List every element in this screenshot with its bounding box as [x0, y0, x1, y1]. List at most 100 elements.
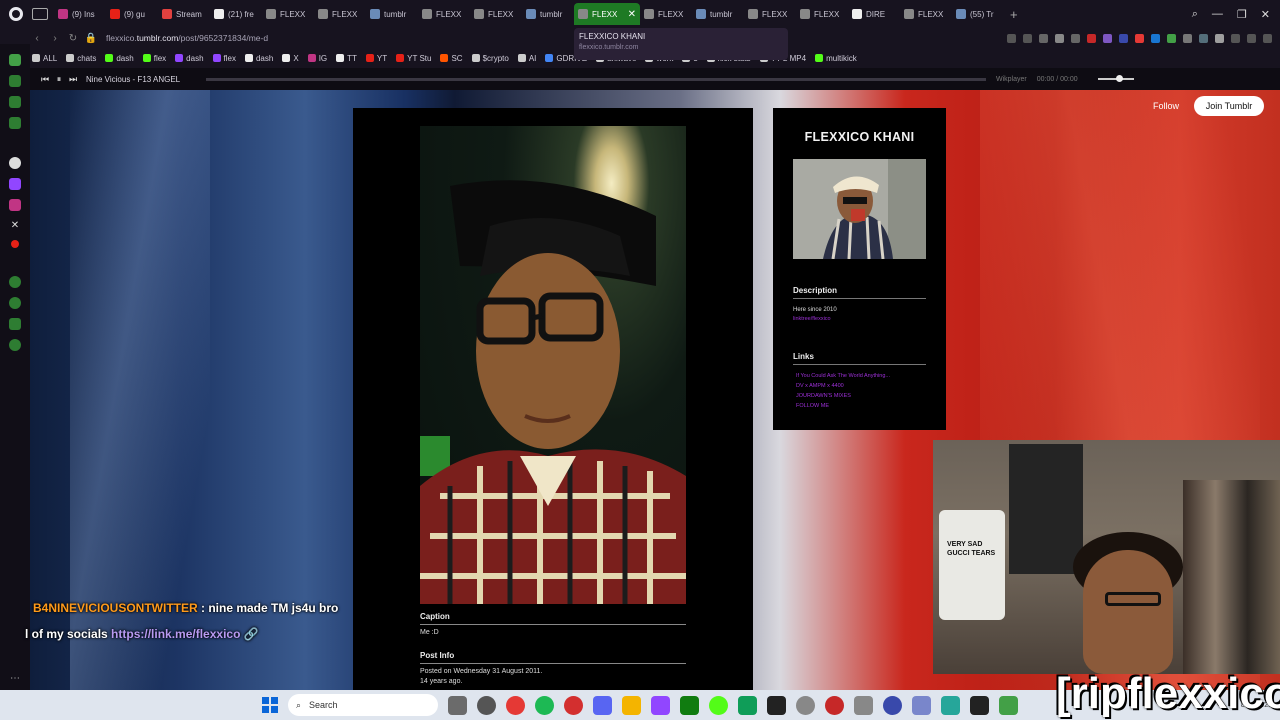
bookmark-item[interactable]: flex — [142, 54, 166, 63]
twitch-app-icon[interactable] — [651, 695, 670, 715]
sidebar-twitch-icon[interactable] — [9, 178, 21, 190]
spotify-icon[interactable] — [535, 695, 554, 715]
browser-tab[interactable]: (9) gu — [106, 3, 158, 25]
sidebar-player-icon[interactable] — [9, 276, 21, 288]
extension-x-icon[interactable] — [1183, 33, 1192, 43]
bookmark-item[interactable]: X — [282, 54, 299, 63]
bookmark-item[interactable]: $crypto — [471, 54, 509, 63]
url-field[interactable]: flexxico.tumblr.com/post/9652371834/me-d — [106, 33, 268, 43]
blog-link[interactable]: If You Could Ask The World Anything... — [796, 371, 890, 381]
chatgpt-app-icon[interactable] — [796, 695, 815, 715]
browser-tab[interactable]: FLEXX — [262, 3, 314, 25]
description-link[interactable]: linktree/flexxico — [793, 316, 831, 322]
bookmark-item[interactable]: flex — [212, 54, 236, 63]
share-icon[interactable] — [1039, 33, 1048, 43]
volume-slider[interactable] — [1097, 75, 1134, 82]
sidebar-extensions-icon[interactable] — [9, 318, 21, 330]
sidebar-record-icon[interactable] — [11, 240, 19, 248]
blog-avatar[interactable] — [793, 159, 926, 259]
blog-title[interactable]: FLEXXICO KHANI — [773, 130, 946, 144]
bookmark-item[interactable]: dash — [105, 54, 134, 63]
browser-tab[interactable]: FLEXX — [470, 3, 522, 25]
browser-tab[interactable]: FLEXX ✕ — [574, 3, 640, 25]
spreadsheet-icon[interactable] — [738, 695, 757, 715]
blog-link[interactable]: JOURDAWN'S MIXES — [796, 391, 890, 401]
heart-icon[interactable] — [1055, 33, 1064, 43]
grid-app-icon[interactable] — [912, 695, 931, 715]
extension-puzzle-icon[interactable] — [1199, 33, 1208, 43]
bookmark-item[interactable]: dash — [244, 54, 273, 63]
kick-app-icon[interactable] — [709, 695, 728, 715]
bookmark-item[interactable]: TT — [336, 54, 357, 63]
opera-app-icon[interactable] — [883, 695, 902, 715]
forward-icon[interactable]: › — [46, 33, 64, 44]
screenshot-icon[interactable] — [1023, 33, 1032, 43]
pause-icon[interactable]: ⏸ — [52, 74, 66, 85]
discord-icon[interactable] — [593, 695, 612, 715]
join-tumblr-button[interactable]: Join Tumblr — [1194, 96, 1264, 116]
extension-audio-icon[interactable] — [1119, 33, 1128, 43]
bookmark-item[interactable]: AI — [517, 54, 536, 63]
workspace-icon[interactable] — [32, 8, 48, 20]
app-teal-icon[interactable] — [999, 695, 1018, 715]
blog-link[interactable]: DV x AMPM x 4400 — [796, 381, 890, 391]
browser-tab[interactable]: FLEXX — [640, 3, 692, 25]
bookmark-item[interactable]: SC — [440, 54, 463, 63]
windows-start-icon[interactable] — [262, 697, 278, 713]
bookmark-item[interactable]: IG — [307, 54, 327, 63]
extension-red-icon[interactable] — [1087, 33, 1096, 43]
app-green-icon[interactable] — [941, 695, 960, 715]
post-photo[interactable] — [420, 126, 686, 604]
extension-green-icon[interactable] — [1167, 33, 1176, 43]
sidebar-pen-icon[interactable] — [9, 96, 21, 108]
task-view-icon[interactable] — [448, 695, 467, 715]
extension-down-icon[interactable] — [1135, 33, 1144, 43]
xbox-icon[interactable] — [680, 695, 699, 715]
opera-logo-icon[interactable] — [0, 0, 32, 28]
bookmark-item[interactable]: YT — [365, 54, 387, 63]
blog-link[interactable]: FOLLOW ME — [796, 401, 890, 411]
sidebar-settings-icon[interactable] — [9, 339, 21, 351]
browser-tab[interactable]: tumblr — [522, 3, 574, 25]
steam-icon[interactable] — [970, 695, 989, 715]
sidebar-chatgpt-icon[interactable] — [9, 157, 21, 169]
bookmark-item[interactable]: dash — [175, 54, 204, 63]
sidebar-refresh-icon[interactable] — [9, 54, 21, 66]
record-app-icon[interactable] — [825, 695, 844, 715]
file-explorer-icon[interactable] — [622, 695, 641, 715]
sidebar-instagram-icon[interactable] — [9, 199, 21, 211]
browser-tab[interactable]: DIRE — [848, 3, 900, 25]
browser-tab[interactable]: (21) fre — [210, 3, 262, 25]
ai-icon[interactable] — [1247, 33, 1256, 43]
back-icon[interactable]: ‹ — [28, 33, 46, 44]
follow-button[interactable]: Follow — [1144, 96, 1188, 116]
bookmark-item[interactable]: multikick — [815, 54, 857, 63]
browser-tab[interactable]: FLEXX — [418, 3, 470, 25]
sidebar-music-icon[interactable] — [9, 117, 21, 129]
sidebar-more-icon[interactable]: ⋯ — [10, 673, 20, 684]
track-progress[interactable] — [206, 77, 986, 81]
opera-gx-icon[interactable] — [564, 695, 583, 715]
browser-tab[interactable]: FLEXX — [900, 3, 952, 25]
sidebar-history-icon[interactable] — [9, 297, 21, 309]
capcut-icon[interactable] — [767, 695, 786, 715]
browser-tab[interactable]: Stream — [158, 3, 210, 25]
browser-tab[interactable]: tumblr — [692, 3, 744, 25]
bookmark-item[interactable]: chats — [66, 54, 96, 63]
browser-tab[interactable]: (55) Tr — [952, 3, 1004, 25]
menu-icon[interactable] — [1263, 33, 1272, 43]
maximize-icon[interactable]: ❐ — [1237, 8, 1247, 21]
previous-track-icon[interactable]: ⏮ — [38, 74, 52, 85]
browser-tab[interactable]: FLEXX — [314, 3, 366, 25]
browser-tab[interactable]: tumblr — [366, 3, 418, 25]
next-track-icon[interactable]: ⏭ — [66, 74, 80, 85]
bookmark-item[interactable]: ALL — [32, 54, 57, 63]
sidebar-kick-icon[interactable] — [9, 75, 21, 87]
chrome-icon[interactable] — [506, 695, 525, 715]
download-icon[interactable] — [1231, 33, 1240, 43]
close-window-icon[interactable]: ✕ — [1261, 8, 1270, 21]
minimize-icon[interactable]: — — [1212, 8, 1223, 21]
extension-blue-icon[interactable] — [1151, 33, 1160, 43]
profile-avatar-icon[interactable] — [1215, 33, 1224, 43]
taskbar-search[interactable]: ⌕ Search — [288, 694, 438, 716]
